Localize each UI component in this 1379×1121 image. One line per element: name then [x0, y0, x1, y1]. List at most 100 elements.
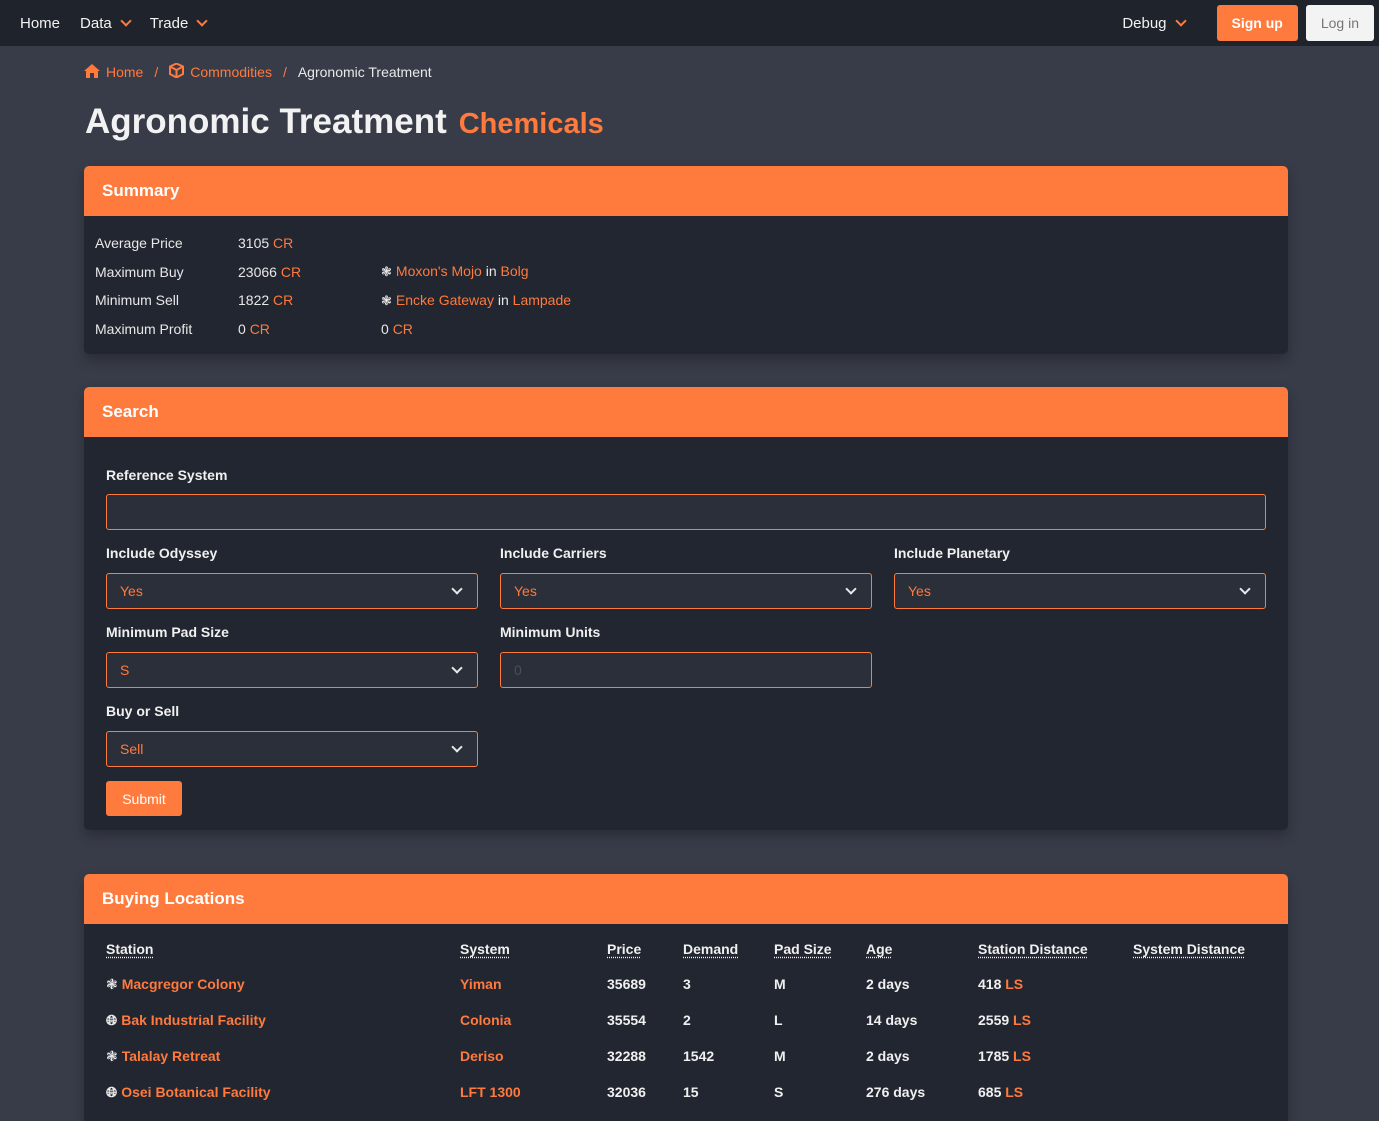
column-header-demand[interactable]: Demand	[683, 941, 738, 957]
table-row-station[interactable]: 🌐︎ Osei Botanical Facility	[106, 1084, 271, 1101]
nav-debug-label: Debug	[1122, 14, 1167, 32]
breadcrumb-commodities-link[interactable]: Commodities	[190, 64, 272, 80]
column-header-price[interactable]: Price	[607, 941, 641, 957]
table-row-price: 35554	[607, 1012, 646, 1028]
commodity-name: Agronomic Treatment	[85, 102, 447, 141]
signup-button[interactable]: Sign up	[1216, 5, 1298, 41]
ls-unit: LS	[1013, 1048, 1031, 1064]
select-value: Yes	[908, 583, 931, 599]
table-row-price: 32288	[607, 1048, 646, 1064]
top-navbar: Home Data Trade Debug Sign up Log in	[0, 0, 1379, 46]
table-row-system[interactable]: Colonia	[460, 1012, 511, 1028]
table-row-demand: 2	[683, 1012, 691, 1028]
buy-or-sell-label: Buy or Sell	[106, 703, 180, 719]
table-row-station[interactable]: ❃ Macgregor Colony	[106, 976, 245, 993]
nav-debug-dropdown[interactable]: Debug	[1102, 15, 1194, 32]
search-header: Search	[84, 387, 1288, 437]
table-row-pad: M	[774, 976, 786, 992]
table-row-system[interactable]: Deriso	[460, 1048, 504, 1064]
distance-value: 2559	[978, 1012, 1010, 1028]
nav-data-label: Data	[80, 14, 112, 32]
min-pad-size-select[interactable]: S	[106, 652, 478, 688]
price-value: 3105	[238, 235, 270, 252]
min-units-input[interactable]: 0	[500, 652, 872, 688]
chevron-down-icon	[1239, 583, 1251, 595]
gear-icon: ❃	[381, 292, 392, 308]
summary-label: Minimum Sell	[95, 292, 180, 309]
summary-table: Average Price 3105 CR Maximum Buy 23066 …	[84, 216, 1288, 354]
search-card: Search Reference System Include Odyssey …	[84, 387, 1288, 830]
column-header-system-distance[interactable]: System Distance	[1133, 941, 1245, 957]
submit-button[interactable]: Submit	[106, 781, 182, 816]
select-value: Yes	[120, 583, 143, 599]
select-value: S	[120, 662, 130, 678]
in-text: in	[485, 263, 497, 280]
column-header-station[interactable]: Station	[106, 941, 153, 957]
summary-header: Summary	[84, 166, 1288, 216]
table-row-system[interactable]: LFT 1300	[460, 1084, 521, 1100]
chevron-down-icon	[1174, 14, 1187, 27]
table-row-age: 2 days	[866, 976, 910, 992]
column-header-station-distance[interactable]: Station Distance	[978, 941, 1088, 957]
distance-value: 685	[978, 1084, 1002, 1100]
summary-label: Maximum Profit	[95, 320, 193, 337]
chevron-down-icon	[196, 14, 209, 27]
globe-icon: 🌐︎	[106, 1084, 118, 1100]
table-row-age: 2 days	[866, 1048, 910, 1064]
station-name: Bak Industrial Facility	[121, 1012, 266, 1028]
table-row-distance: 418 LS	[978, 976, 1023, 992]
station-name: Osei Botanical Facility	[121, 1084, 271, 1100]
select-value: Yes	[514, 583, 537, 599]
nav-home[interactable]: Home	[0, 15, 70, 32]
include-odyssey-label: Include Odyssey	[106, 545, 218, 561]
gear-icon: ❃	[381, 264, 392, 280]
buying-locations-header: Buying Locations	[84, 874, 1288, 924]
summary-value: 3105 CR	[238, 235, 381, 251]
min-units-placeholder: 0	[514, 662, 522, 678]
table-row-station[interactable]: 🌐︎ Bak Industrial Facility	[106, 1012, 266, 1029]
column-header-pad-size[interactable]: Pad Size	[774, 941, 832, 957]
include-planetary-select[interactable]: Yes	[894, 573, 1266, 609]
station-name: Macgregor Colony	[121, 976, 245, 992]
breadcrumb-separator: /	[282, 64, 287, 80]
station-link[interactable]: Moxon's Mojo	[396, 263, 482, 279]
include-odyssey-select[interactable]: Yes	[106, 573, 478, 609]
breadcrumb-home-link[interactable]: Home	[106, 64, 143, 80]
table-row-age: 276 days	[866, 1084, 926, 1100]
table-row-demand: 3	[683, 976, 691, 992]
table-row-station[interactable]: ❃ Talalay Retreat	[106, 1048, 220, 1065]
nav-trade-dropdown[interactable]: Trade	[140, 15, 217, 32]
unit-label: CR	[273, 292, 294, 309]
summary-location: ❃ Encke Gateway in Lampade	[381, 292, 571, 309]
distance-value: 1785	[978, 1048, 1010, 1064]
column-header-age[interactable]: Age	[866, 941, 892, 957]
summary-value: 0 CR	[238, 321, 381, 337]
summary-row-max-profit: Maximum Profit 0 CR 0 CR	[95, 315, 1277, 344]
price-value: 0	[238, 320, 246, 337]
login-button[interactable]: Log in	[1305, 5, 1374, 41]
chevron-down-icon	[451, 741, 463, 753]
ls-unit: LS	[1013, 1012, 1031, 1028]
breadcrumb-current: Agronomic Treatment	[297, 64, 432, 80]
table-row-distance: 685 LS	[978, 1084, 1023, 1100]
price-value: 1822	[238, 292, 270, 309]
include-carriers-select[interactable]: Yes	[500, 573, 872, 609]
breadcrumb: Home / Commodities / Agronomic Treatment	[84, 62, 432, 81]
reference-system-input[interactable]	[106, 494, 1266, 530]
ls-unit: LS	[1005, 976, 1024, 992]
column-header-system[interactable]: System	[460, 941, 510, 957]
system-link[interactable]: Lampade	[513, 292, 571, 308]
table-row-pad: M	[774, 1048, 786, 1064]
table-row-pad: L	[774, 1012, 783, 1028]
unit-label: CR	[280, 263, 302, 280]
table-row-pad: S	[774, 1084, 784, 1100]
page-title: Agronomic Treatment Chemicals	[85, 102, 604, 142]
station-link[interactable]: Encke Gateway	[396, 292, 494, 308]
gear-icon: ❃	[106, 976, 118, 992]
nav-home-label: Home	[20, 14, 61, 32]
nav-data-dropdown[interactable]: Data	[70, 15, 140, 32]
table-row-system[interactable]: Yiman	[460, 976, 502, 992]
system-link[interactable]: Bolg	[501, 263, 529, 279]
table-row-age: 14 days	[866, 1012, 918, 1028]
buy-or-sell-select[interactable]: Sell	[106, 731, 478, 767]
